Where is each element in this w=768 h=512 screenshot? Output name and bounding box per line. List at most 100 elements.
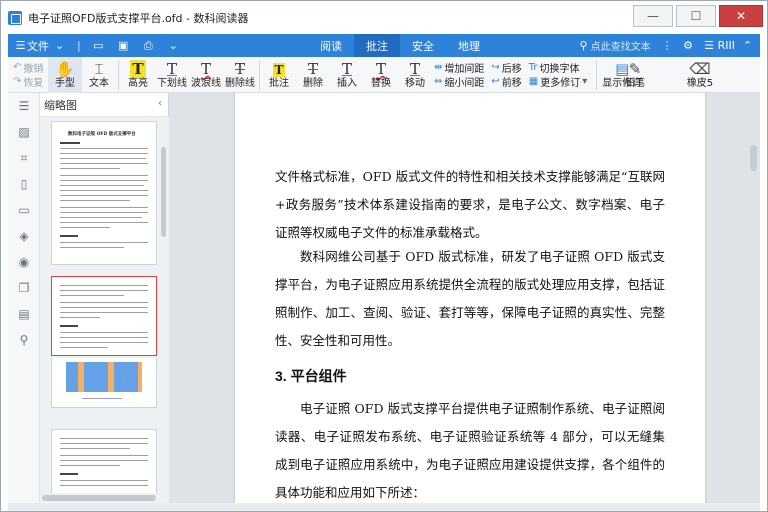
strikethrough-label: 删除线 [225, 78, 255, 89]
wavy-line-button[interactable]: T 波浪线 [189, 57, 223, 93]
switch-font-button[interactable]: Tr 切换字体 [529, 60, 580, 75]
strikethrough-button[interactable]: T 删除线 [223, 57, 257, 93]
thumb-line [60, 190, 148, 191]
user-menu-icon[interactable]: ☰ [703, 39, 716, 52]
move-text-icon: T [409, 60, 420, 78]
tab-security[interactable]: 安全 [400, 34, 446, 57]
search-box[interactable]: ⚲ 点此查找文本 [580, 38, 651, 53]
menu-bar: ☰ 文件 ⌄ | ▭ ▣ ⎙ ⌄ 阅读 批注 安全 地理 ⚲ 点此查找文本 ⋮ … [8, 34, 760, 57]
spacing-group: ⇹ 增加间距 ↪ 后移 Tr 切换字体 ⇔ 缩小间距 ↩ 前移 ▦ 更多修订 ▾ [434, 57, 594, 89]
more-options-icon[interactable]: ⋮ [661, 39, 674, 52]
bookmark-icon[interactable]: ▯ [8, 171, 40, 197]
window-title: 电子证照OFD版式支撑平台.ofd - 数科阅读器 [28, 11, 249, 25]
chevron-down-icon: ▾ [582, 75, 588, 87]
undo-label: 撤销 [23, 63, 44, 75]
gear-icon[interactable]: ⚙ [682, 39, 695, 52]
hand-tool-button[interactable]: ✋ 手型 [48, 57, 82, 93]
delete-text-icon: T [307, 60, 318, 78]
replace-button[interactable]: T 替换 [364, 57, 398, 93]
eraser-icon: ⌫ [689, 60, 711, 78]
increase-spacing-button[interactable]: ⇹ 增加间距 [434, 60, 484, 75]
redo-label: 恢复 [23, 77, 44, 89]
thumb-line [60, 200, 130, 201]
copy-icon[interactable]: ❐ [8, 275, 40, 301]
move-forward-label: 前移 [501, 77, 522, 89]
menu-separator: | [77, 39, 81, 52]
document-viewport[interactable]: 文件格式标准，OFD 版式文件的特性和相关技术支撑能够满足“互联网+政务服务”技… [169, 93, 760, 503]
note-icon: T [272, 63, 286, 77]
thumb-line [60, 180, 148, 181]
crop-icon[interactable]: ⌗ [8, 145, 40, 171]
page-thumbnail-selected[interactable] [51, 276, 157, 356]
file-menu[interactable]: ☰ 文件 ⌄ [8, 34, 72, 57]
thumb-line [60, 317, 100, 318]
page-icon[interactable]: ▤ [8, 301, 40, 327]
document-scrollbar[interactable] [750, 145, 757, 171]
quick-access-dropdown[interactable]: ⌄ [161, 34, 186, 57]
save-button[interactable]: ▣ [111, 34, 136, 57]
undo-button[interactable]: ↶ 撤销 [13, 60, 48, 75]
thumb-line [60, 295, 124, 296]
maximize-button[interactable]: ☐ [676, 5, 716, 27]
open-folder-button[interactable]: ▭ [86, 34, 111, 57]
stamp-icon[interactable]: ◉ [8, 249, 40, 275]
thumb-line [60, 290, 148, 291]
thumb-line [60, 307, 148, 308]
highlight-button[interactable]: T 高亮 [121, 57, 155, 93]
redo-button[interactable]: ↷ 恢复 [13, 74, 48, 89]
minimize-button[interactable]: — [633, 5, 673, 27]
page-thumbnail[interactable] [51, 358, 157, 408]
list-icon[interactable]: ☰ [8, 93, 40, 119]
tab-annotate[interactable]: 批注 [354, 34, 400, 57]
search-placeholder: 点此查找文本 [590, 42, 651, 53]
annotate-button[interactable]: T 批注 [262, 57, 296, 93]
page-thumbnail[interactable]: 数科电子证照 OFD 版式支撑平台 [51, 121, 157, 265]
eraser-button[interactable]: ⌫ 橡皮5 [678, 57, 722, 93]
delete-edit-label: 删除 [303, 78, 323, 89]
compress-icon: ⇔ [434, 75, 443, 87]
insert-button[interactable]: T 插入 [330, 57, 364, 93]
thumb-line [60, 485, 148, 486]
thumb-line [82, 398, 122, 399]
thumbnail-heading: 数科电子证照 OFD 版式支撑平台 [68, 132, 136, 137]
tab-geo[interactable]: 地理 [446, 34, 492, 57]
decrease-spacing-button[interactable]: ⇔ 缩小间距 [434, 74, 484, 89]
thumbnail-diagram [66, 362, 142, 392]
delete-edit-button[interactable]: T 删除 [296, 57, 330, 93]
highlight-icon: T [130, 60, 146, 78]
collapse-icon[interactable]: ‹ [158, 98, 162, 109]
username[interactable]: RIII [718, 39, 735, 52]
move-forward-button[interactable]: ↩ 前移 [491, 74, 521, 89]
underline-label: 下划线 [157, 78, 187, 89]
thumb-line [60, 242, 148, 243]
text-tool-button[interactable]: ⌶ 文本 [82, 57, 116, 93]
doc-section-heading: 3. 平台组件 [275, 368, 347, 384]
print-button[interactable]: ⎙ [136, 34, 161, 57]
move-button[interactable]: T 移动 [398, 57, 432, 93]
comment-icon[interactable]: ▭ [8, 197, 40, 223]
thumbnail-horizontal-scrollbar[interactable] [40, 493, 169, 503]
thumb-line [60, 285, 148, 286]
tab-read[interactable]: 阅读 [308, 34, 354, 57]
move-back-button[interactable]: ↪ 后移 [491, 60, 521, 75]
layers-icon[interactable]: ◈ [8, 223, 40, 249]
thumbnail-scrollbar[interactable] [161, 147, 166, 237]
scrollbar-thumb[interactable] [42, 495, 156, 501]
thumbnail-list[interactable]: 数科电子证照 OFD 版式支撑平台 [40, 117, 169, 493]
pencil-button[interactable]: ✎ 铅笔 [618, 57, 652, 93]
attachment-icon[interactable]: ⚲ [8, 327, 40, 353]
page-thumbnail[interactable] [51, 429, 157, 493]
underline-button[interactable]: T 下划线 [155, 57, 189, 93]
increase-spacing-label: 增加间距 [444, 63, 485, 75]
title-bar: 电子证照OFD版式支撑平台.ofd - 数科阅读器 — ☐ ✕ [1, 1, 767, 34]
app-icon [8, 10, 22, 25]
thumb-line [60, 342, 148, 343]
toolbar-divider [596, 60, 598, 90]
more-edits-button[interactable]: ▦ 更多修订 ▾ [529, 74, 587, 89]
chevron-up-icon[interactable]: ⌃ [741, 39, 754, 52]
highlight-label: 高亮 [128, 78, 148, 89]
thumb-line [60, 148, 148, 149]
image-icon[interactable]: ▨ [8, 119, 40, 145]
close-button[interactable]: ✕ [719, 5, 763, 27]
toolbar-divider [118, 60, 119, 90]
